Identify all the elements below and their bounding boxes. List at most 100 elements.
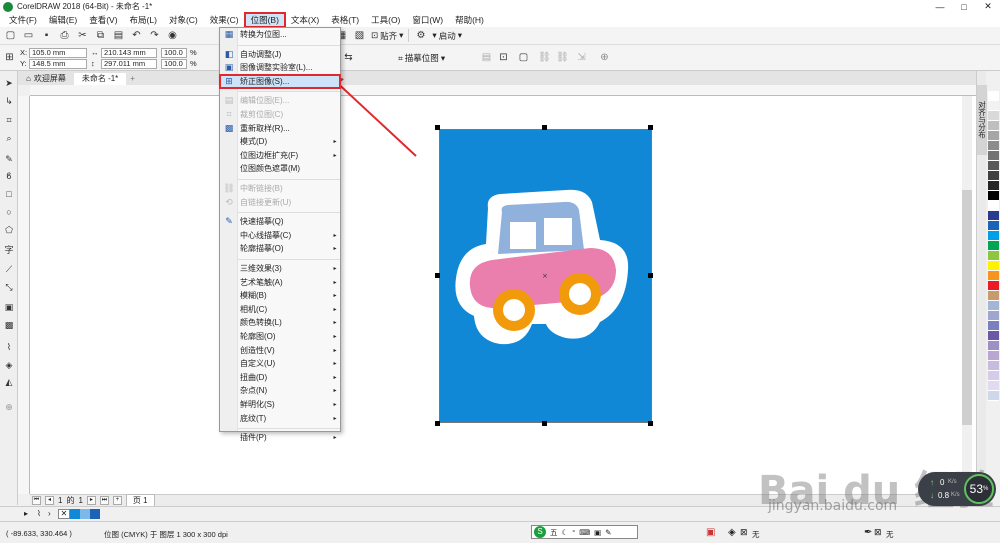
menu-item-21[interactable]: 艺术笔触(A) ▸ <box>220 276 340 289</box>
palette-swatch[interactable] <box>988 331 999 341</box>
menu-item-25[interactable]: 轮廓图(O) ▸ <box>220 330 340 343</box>
pick-tool-icon[interactable]: ➤ <box>3 77 15 89</box>
menu-item-4[interactable]: ⊞ 矫正图像(S)... <box>219 73 341 89</box>
palette-swatch[interactable] <box>988 211 999 221</box>
palette-swatch[interactable] <box>988 131 999 141</box>
menu-item-33[interactable]: 插件(P) ▸ <box>220 431 340 444</box>
palette-swatch[interactable] <box>988 91 999 101</box>
text-tool-icon[interactable]: 字 <box>3 244 15 256</box>
menu-item-3[interactable]: ▣ 图像调整实验室(L)... <box>220 61 340 74</box>
y-position-field[interactable]: 148.5 mm <box>29 59 87 69</box>
chevron-icon[interactable]: › <box>48 509 51 518</box>
zoom-tool-icon[interactable]: ⌕ <box>3 132 15 144</box>
color-proof-icon[interactable]: ▣ <box>706 527 715 538</box>
redo-icon[interactable]: ↷ <box>148 29 161 42</box>
height-field[interactable]: 297.011 mm <box>101 59 157 69</box>
menu-edit[interactable]: 编辑(E) <box>43 13 83 27</box>
menu-tools[interactable]: 工具(O) <box>365 13 406 27</box>
eyedropper-icon-small[interactable]: ⌇ <box>37 509 41 518</box>
resample-icon[interactable]: ⇲ <box>575 51 588 64</box>
menu-table[interactable]: 表格(T) <box>325 13 365 27</box>
doc-swatch-blue[interactable] <box>70 509 80 519</box>
artistic-media-icon[interactable]: ϐ <box>3 170 15 182</box>
last-page-button[interactable]: ⏭ <box>99 496 109 505</box>
fill-none-swatch[interactable]: ⊠ <box>740 527 748 538</box>
doc-palette-arrow-icon[interactable]: ▸ <box>24 509 28 518</box>
palette-swatch[interactable] <box>988 281 999 291</box>
selection-handle-bc[interactable] <box>542 421 547 426</box>
show-guidelines-icon[interactable]: ▧ <box>353 29 366 42</box>
menu-text[interactable]: 文本(X) <box>285 13 325 27</box>
selection-handle-bl[interactable] <box>435 421 440 426</box>
rectangle-tool-icon[interactable]: □ <box>3 188 15 200</box>
link-icon[interactable]: ⛓ <box>538 51 551 64</box>
minimize-button[interactable]: — <box>928 0 952 13</box>
palette-swatch[interactable] <box>988 231 999 241</box>
menu-item-18[interactable]: 轮廓描摹(O) ▸ <box>220 242 340 255</box>
palette-swatch[interactable] <box>988 371 999 381</box>
palette-swatch[interactable] <box>988 321 999 331</box>
menu-item-31[interactable]: 底纹(T) ▸ <box>220 412 340 425</box>
connector-tool-icon[interactable]: ⤡ <box>3 281 15 293</box>
palette-swatch[interactable] <box>988 151 999 161</box>
palette-swatch[interactable] <box>988 181 999 191</box>
network-speed-widget[interactable]: ↑ 0 K/s ↓ 0.8 K/s 53% <box>918 472 996 506</box>
edit-bitmap-icon[interactable]: ▤ <box>480 51 493 64</box>
crop-bitmap-icon[interactable]: ⊡ <box>497 51 510 64</box>
first-page-button[interactable]: ⏮ <box>32 496 41 505</box>
outline-none-swatch[interactable]: ⊠ <box>874 527 882 538</box>
palette-swatch[interactable] <box>988 221 999 231</box>
scale-x-field[interactable]: 100.0 <box>161 48 187 58</box>
palette-swatch[interactable] <box>988 311 999 321</box>
print-icon[interactable]: ⎙ <box>58 29 71 42</box>
menu-layout[interactable]: 布局(L) <box>124 13 163 27</box>
palette-swatch[interactable] <box>988 381 999 391</box>
menu-item-27[interactable]: 自定义(U) ▸ <box>220 357 340 370</box>
palette-swatch[interactable] <box>988 161 999 171</box>
selection-handle-ml[interactable] <box>435 273 440 278</box>
menu-help[interactable]: 帮助(H) <box>449 13 490 27</box>
palette-swatch[interactable] <box>988 251 999 261</box>
x-position-field[interactable]: 105.0 mm <box>29 48 87 58</box>
new-tab-button[interactable]: + <box>126 73 139 85</box>
palette-swatch[interactable] <box>988 191 999 201</box>
menu-item-23[interactable]: 相机(C) ▸ <box>220 303 340 316</box>
parallel-dimension-icon[interactable]: ⟋ <box>3 263 15 275</box>
paste-icon[interactable]: ▤ <box>112 29 125 42</box>
menu-item-11[interactable]: 位图颜色遮罩(M) <box>220 162 340 175</box>
new-document-icon[interactable]: ▢ <box>4 29 17 42</box>
moon-icon[interactable]: ☾ <box>562 528 569 537</box>
selection-handle-tc[interactable] <box>542 125 547 130</box>
interactive-fill-icon[interactable]: ◈ <box>3 359 15 371</box>
object-origin-icon[interactable]: ⊞ <box>3 51 16 64</box>
palette-swatch[interactable] <box>988 291 999 301</box>
palette-swatch[interactable] <box>988 301 999 311</box>
palette-swatch[interactable] <box>988 171 999 181</box>
menu-item-8[interactable]: ▩ 重新取样(R)... <box>220 122 340 135</box>
options-gear-icon[interactable]: ⚙ <box>414 29 427 42</box>
unlink-icon[interactable]: ⛓ <box>556 51 569 64</box>
menu-bitmaps[interactable]: 位图(B) <box>243 12 286 28</box>
freehand-tool-icon[interactable]: ✎ <box>3 153 15 165</box>
tab-welcome-screen[interactable]: ⌂ 欢迎屏幕 <box>18 73 74 85</box>
palette-swatch[interactable] <box>988 261 999 271</box>
bitmap-image[interactable]: × <box>439 129 652 423</box>
undo-icon[interactable]: ↶ <box>130 29 143 42</box>
search-content-icon[interactable]: ◉ <box>166 29 179 42</box>
smart-fill-icon[interactable]: ◭ <box>3 376 15 388</box>
transparency-icon[interactable]: ▩ <box>3 319 15 331</box>
doc-swatch-darkblue[interactable] <box>90 509 100 519</box>
skin-icon[interactable]: ▣ <box>594 528 601 537</box>
palette-swatch[interactable] <box>988 391 999 401</box>
close-button[interactable]: ✕ <box>976 0 1000 13</box>
menu-file[interactable]: 文件(F) <box>3 13 43 27</box>
menu-item-0[interactable]: ▦ 转换为位图... <box>220 28 340 41</box>
palette-swatch[interactable] <box>988 101 999 111</box>
palette-swatch[interactable] <box>988 351 999 361</box>
punctuation-icon[interactable]: ° <box>572 528 575 537</box>
menu-effects[interactable]: 效果(C) <box>204 13 245 27</box>
prev-page-button[interactable]: ◂ <box>45 496 54 505</box>
selection-handle-br[interactable] <box>648 421 653 426</box>
ime-logo-icon[interactable]: S <box>534 526 546 538</box>
maximize-button[interactable]: □ <box>952 0 976 13</box>
